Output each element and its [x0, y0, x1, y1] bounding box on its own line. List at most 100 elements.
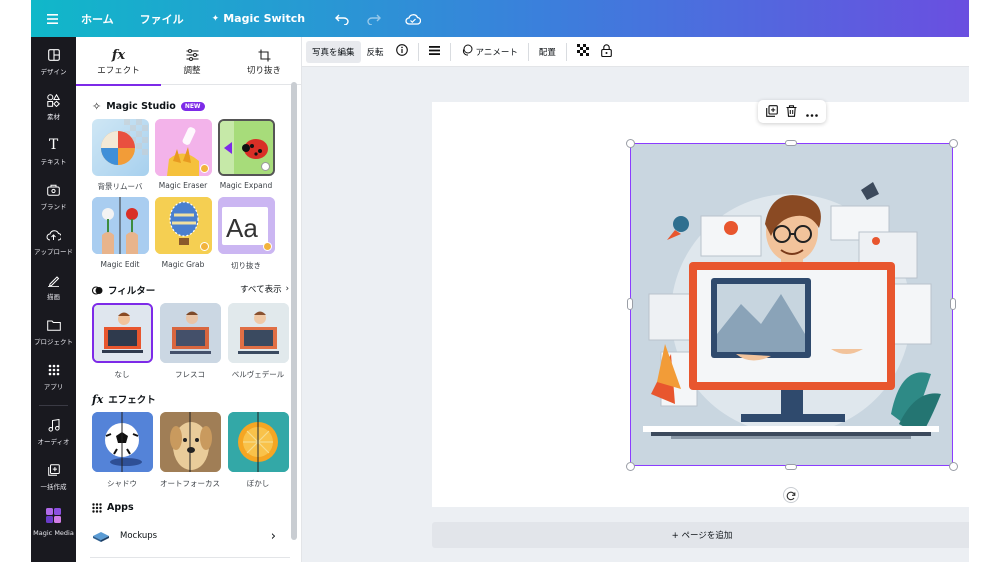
animate-button[interactable]: アニメート [455, 41, 524, 63]
resize-handle-left[interactable] [627, 298, 633, 310]
rail-item-bulk-create[interactable]: 一括作成 [31, 460, 76, 502]
lock-button[interactable] [595, 41, 618, 63]
cloud-save-button[interactable] [396, 0, 430, 37]
rail-item-projects[interactable]: プロジェクト [31, 315, 76, 357]
rail-item-apps[interactable]: アプリ [31, 360, 76, 402]
fx-icon: fx [92, 393, 103, 406]
home-button[interactable]: ホーム [72, 0, 123, 37]
position-label: 配置 [538, 47, 556, 58]
tab-effects[interactable]: fx エフェクト [76, 37, 161, 86]
undo-button[interactable] [326, 0, 358, 37]
premium-crown-icon [200, 164, 209, 173]
tool-magic-edit[interactable] [92, 197, 149, 254]
tool-magic-eraser[interactable] [155, 119, 212, 176]
edit-photo-button[interactable]: 写真を編集 [306, 40, 361, 63]
rail-item-draw[interactable]: 描画 [31, 270, 76, 312]
toolbar-divider [417, 42, 419, 61]
filter-none[interactable] [92, 303, 153, 363]
info-button[interactable] [390, 41, 414, 63]
magic-switch-button[interactable]: ✦ Magic Switch [203, 0, 314, 37]
magic-switch-label: Magic Switch [223, 12, 306, 25]
position-button[interactable]: 配置 [533, 41, 562, 63]
effect-blur[interactable] [228, 412, 289, 472]
selected-image[interactable] [630, 143, 953, 466]
rail-item-brand[interactable]: ブランド [31, 180, 76, 222]
tool-magic-expand[interactable] [218, 119, 275, 176]
orange-thumbnail [228, 412, 289, 472]
effect-label: ぼかし [246, 479, 270, 488]
magic-studio-heading: ✧ Magic Studio NEW [92, 100, 205, 113]
design-page[interactable] [432, 100, 969, 507]
toolbar-divider [527, 42, 529, 61]
tool-magic-grab[interactable] [155, 197, 212, 254]
layout-icon [47, 45, 60, 65]
premium-crown-icon [263, 242, 272, 251]
music-icon [48, 415, 60, 435]
filter-label: なし [114, 370, 130, 379]
tool-label: Magic Edit [100, 260, 140, 269]
premium-crown-icon [200, 242, 209, 251]
flip-button[interactable]: 反転 [361, 41, 390, 63]
magic-studio-title: Magic Studio [106, 101, 176, 112]
see-all-filters-link[interactable]: すべて表示 › [240, 283, 289, 295]
tool-background-remover[interactable] [92, 119, 149, 176]
rotate-button[interactable] [783, 487, 799, 503]
edit-photo-label: 写真を編集 [312, 47, 355, 58]
chevron-right-icon: › [285, 284, 289, 294]
effect-shadow[interactable] [92, 412, 153, 472]
effect-label: オートフォーカス [160, 479, 220, 488]
tool-cutout[interactable]: Aa [218, 197, 275, 254]
filters-title: フィルター [108, 286, 156, 297]
app-item-mockups[interactable]: Mockups › [90, 525, 276, 547]
fx-icon: fx [112, 46, 125, 64]
rail-item-design[interactable]: デザイン [31, 45, 76, 87]
resize-handle-bottom-right[interactable] [949, 462, 958, 471]
menu-button[interactable] [31, 0, 72, 37]
resize-handle-top-left[interactable] [626, 139, 635, 148]
fx-glyph: fx [92, 392, 104, 406]
duplicate-icon[interactable] [766, 102, 779, 121]
filter-preview-thumbnail [228, 303, 289, 363]
canvas-area: + ページを追加 [302, 67, 969, 562]
sliders-icon [186, 46, 199, 64]
businessman-illustration [631, 144, 951, 464]
trash-icon[interactable] [786, 102, 797, 121]
filter-fresco[interactable] [160, 303, 221, 363]
text-icon: T [48, 137, 59, 153]
panel-scrollbar[interactable] [291, 82, 297, 540]
toolbar-divider [565, 42, 567, 61]
sparkles-icon: ✧ [92, 100, 102, 113]
rail-label: 描画 [47, 293, 60, 301]
resize-handle-top-right[interactable] [949, 139, 958, 148]
filter-belvedere[interactable] [228, 303, 289, 363]
rail-item-audio[interactable]: オーディオ [31, 415, 76, 457]
effect-autofocus[interactable] [160, 412, 221, 472]
resize-handle-right[interactable] [950, 298, 956, 310]
undo-icon [335, 13, 349, 25]
tool-label: 背景リムーバ [97, 182, 143, 191]
rail-item-magic-media[interactable]: Magic Media [31, 505, 76, 547]
redo-button[interactable] [358, 0, 390, 37]
rail-item-upload[interactable]: アップロード [31, 225, 76, 267]
resize-handle-bottom[interactable] [785, 464, 797, 470]
flip-label: 反転 [366, 47, 384, 58]
transparency-button[interactable] [571, 41, 595, 63]
panel-tabs: fx エフェクト 調整 切り抜き [76, 37, 301, 86]
more-icon[interactable] [806, 102, 818, 121]
rail-item-elements[interactable]: 素材 [31, 90, 76, 132]
rail-label: Magic Media [33, 529, 74, 537]
filter-preview-thumbnail [160, 303, 221, 363]
cloud-save-icon [405, 13, 422, 25]
tab-adjust[interactable]: 調整 [161, 37, 223, 85]
element-floating-menu [758, 100, 826, 123]
effect-label: シャドウ [107, 479, 137, 488]
shapes-icon [47, 90, 60, 110]
add-page-button[interactable]: + ページを追加 [432, 522, 969, 548]
rail-divider [39, 405, 68, 406]
rail-item-text[interactable]: T テキスト [31, 135, 76, 177]
resize-handle-bottom-left[interactable] [626, 462, 635, 471]
tab-crop[interactable]: 切り抜き [226, 37, 301, 85]
resize-handle-top[interactable] [785, 140, 797, 146]
file-menu-button[interactable]: ファイル [131, 0, 193, 37]
border-style-button[interactable] [423, 41, 446, 63]
